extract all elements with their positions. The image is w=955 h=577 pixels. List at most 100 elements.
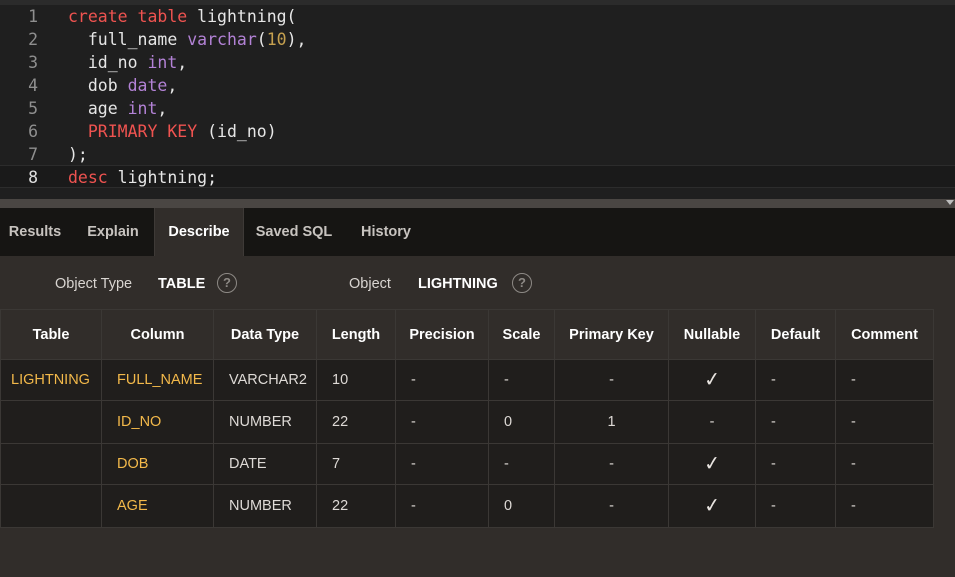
code-line[interactable]: 3 id_no int, — [0, 51, 955, 74]
cell-primary-key: - — [554, 484, 669, 528]
cell-table — [0, 400, 102, 444]
tab-describe[interactable]: Describe — [154, 208, 244, 256]
code-line[interactable]: 8 desc lightning; — [0, 165, 955, 188]
table-header-row: Table Column Data Type Length Precision … — [0, 309, 934, 360]
code-text[interactable]: full_name varchar(10), — [68, 28, 307, 51]
cell-primary-key: 1 — [554, 400, 669, 444]
object-help-icon[interactable]: ? — [512, 273, 532, 293]
table-row[interactable]: AGE NUMBER 22-0- ✓ - - — [0, 484, 934, 528]
object-type-label: Object Type — [55, 276, 133, 292]
cell-default: - — [755, 359, 836, 401]
cell-scale: 0 — [488, 484, 555, 528]
cell-nullable: ✓ — [668, 484, 756, 528]
column-header-primary-key[interactable]: Primary Key — [554, 309, 669, 360]
code-line[interactable]: 6 PRIMARY KEY (id_no) — [0, 120, 955, 143]
code-text[interactable]: ); — [68, 143, 88, 166]
code-text[interactable]: dob date, — [68, 74, 177, 97]
line-number: 1 — [28, 7, 38, 26]
table-row[interactable]: DOB DATE 7- - - ✓ - - — [0, 443, 934, 485]
code-line[interactable]: 1 create table lightning( — [0, 5, 955, 28]
column-header-scale[interactable]: Scale — [488, 309, 555, 360]
code-text[interactable]: id_no int, — [68, 51, 187, 74]
code-token: , — [167, 76, 178, 95]
cell-column: AGE — [101, 484, 214, 528]
code-text[interactable]: desc lightning; — [68, 166, 217, 189]
code-line[interactable]: 4 dob date, — [0, 74, 955, 97]
column-header-default[interactable]: Default — [755, 309, 836, 360]
object-type-value: TABLE — [158, 276, 206, 292]
line-number: 3 — [28, 53, 38, 72]
cell-default: - — [755, 400, 836, 444]
code-token: PRIMARY KEY — [87, 122, 198, 141]
cell-column: ID_NO — [101, 400, 214, 444]
cell-scale: - — [488, 443, 555, 485]
code-token: (id_no) — [197, 122, 277, 141]
cell-data-type: VARCHAR2 — [213, 359, 317, 401]
results-tab-bar: Results Explain Describe Saved SQL Histo… — [0, 208, 955, 256]
pane-splitter[interactable] — [0, 199, 955, 208]
code-line[interactable]: 5 age int, — [0, 97, 955, 120]
cell-data-type: NUMBER — [213, 400, 317, 444]
cell-precision: - — [395, 484, 489, 528]
object-type-help-icon[interactable]: ? — [217, 273, 237, 293]
column-header-precision[interactable]: Precision — [395, 309, 489, 360]
line-number: 4 — [28, 76, 38, 95]
tab-explain[interactable]: Explain — [72, 208, 154, 256]
object-label: Object — [349, 276, 391, 292]
code-token: table — [137, 7, 188, 26]
column-header-comment[interactable]: Comment — [835, 309, 934, 360]
column-header-data-type[interactable]: Data Type — [213, 309, 317, 360]
collapse-arrow-icon[interactable] — [946, 200, 954, 205]
line-number: 5 — [28, 99, 38, 118]
cell-nullable: ✓ — [668, 359, 756, 401]
cell-table — [0, 443, 102, 485]
column-header-column[interactable]: Column — [101, 309, 214, 360]
cell-length: 10 — [316, 359, 396, 401]
cell-precision: - — [395, 400, 489, 444]
code-token: int — [127, 99, 158, 118]
code-token: create — [68, 7, 128, 26]
cell-default: - — [755, 443, 836, 485]
cell-precision: - — [395, 359, 489, 401]
line-number: 6 — [28, 122, 38, 141]
tab-results[interactable]: Results — [0, 208, 70, 256]
code-line[interactable]: 2 full_name varchar(10), — [0, 28, 955, 51]
code-token: age — [68, 99, 128, 118]
cell-precision: - — [395, 443, 489, 485]
code-token: int — [147, 53, 178, 72]
code-token: , — [177, 53, 188, 72]
cell-comment: - — [835, 484, 934, 528]
code-token: id_no — [68, 53, 148, 72]
tab-history[interactable]: History — [344, 208, 428, 256]
describe-table: Table Column Data Type Length Precision … — [0, 309, 934, 528]
cell-default: - — [755, 484, 836, 528]
column-header-length[interactable]: Length — [316, 309, 396, 360]
code-text[interactable]: create table lightning( — [68, 5, 297, 28]
code-text[interactable]: PRIMARY KEY (id_no) — [68, 120, 277, 143]
code-token: dob — [68, 76, 128, 95]
cell-primary-key: - — [554, 359, 669, 401]
sql-editor[interactable]: 1 create table lightning(2 full_name varc… — [0, 0, 955, 199]
cell-table — [0, 484, 102, 528]
cell-column: DOB — [101, 443, 214, 485]
table-row[interactable]: ID_NO NUMBER 22-0 1- - - — [0, 400, 934, 444]
code-token: full_name — [68, 30, 188, 49]
object-value: LIGHTNING — [418, 276, 498, 292]
code-token: lightning( — [187, 7, 297, 26]
cell-scale: 0 — [488, 400, 555, 444]
code-token: lightning; — [107, 168, 218, 187]
cell-table: LIGHTNING — [0, 359, 102, 401]
line-number: 7 — [28, 145, 38, 164]
code-token: ( — [256, 30, 267, 49]
tab-saved-sql[interactable]: Saved SQL — [244, 208, 344, 256]
column-header-table[interactable]: Table — [0, 309, 102, 360]
code-line[interactable]: 7); — [0, 143, 955, 166]
cell-length: 22 — [316, 484, 396, 528]
checkmark-icon: ✓ — [702, 368, 722, 392]
code-token: desc — [68, 168, 108, 187]
column-header-nullable[interactable]: Nullable — [668, 309, 756, 360]
table-row[interactable]: LIGHTNING FULL_NAME VARCHAR2 10- - - ✓ - - — [0, 359, 934, 401]
code-text[interactable]: age int, — [68, 97, 168, 120]
cell-data-type: DATE — [213, 443, 317, 485]
